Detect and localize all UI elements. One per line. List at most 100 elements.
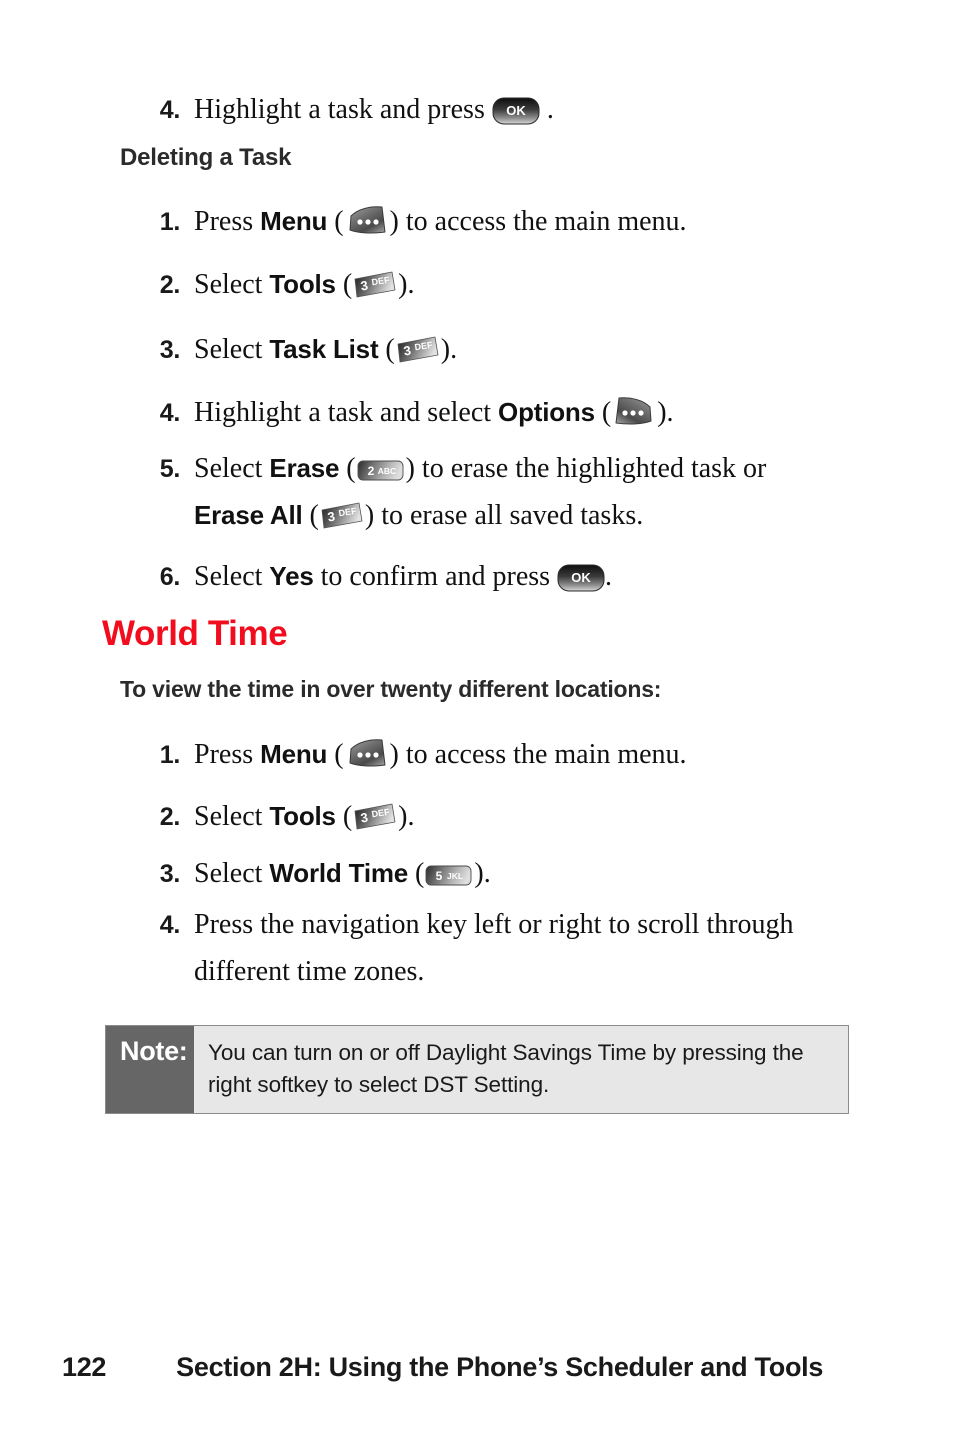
paren-open: (: [342, 269, 353, 300]
step-number: 6.: [159, 563, 181, 591]
step-number: 5.: [159, 455, 181, 483]
step-text: Select Tools ( 3 DEF ).: [194, 261, 414, 308]
key-3-def-icon: 3 DEF: [319, 501, 365, 531]
list-item: 5. Select Erase ( 2 ABC) to erase the h…: [134, 445, 767, 492]
paren-close: ): [440, 334, 451, 365]
step-keyword: World Time: [269, 858, 409, 888]
ok-key-icon: OK: [557, 564, 605, 592]
paren-close: ): [364, 500, 375, 531]
paren-open: (: [309, 500, 319, 531]
svg-text:5: 5: [436, 869, 443, 883]
step-number: 1.: [159, 208, 181, 236]
step-text-lead: Highlight a task and press: [194, 94, 485, 125]
footer-section-title: Section 2H: Using the Phone’s Scheduler …: [176, 1352, 824, 1382]
note-label: Note:: [106, 1026, 194, 1113]
step-text-tail: to access the main menu.: [405, 739, 687, 770]
svg-text:ABC: ABC: [377, 466, 395, 476]
svg-text:2: 2: [367, 464, 374, 478]
svg-text:OK: OK: [506, 103, 526, 118]
step-text: Highlight a task and select Options ().: [194, 389, 674, 436]
step-text-lead: Select: [194, 334, 263, 365]
left-softkey-icon: [344, 738, 390, 770]
list-item-continuation: Erase All ( 3 DEF ) to erase all saved t…: [134, 492, 643, 539]
key-3-def-icon: 3 DEF: [395, 335, 441, 365]
step-text: Select Tools ( 3 DEF ).: [194, 793, 414, 840]
paren-open: (: [334, 206, 344, 237]
step-text-lead: Select: [194, 858, 263, 889]
paren-close: ): [405, 453, 415, 484]
list-item: 2. Select Tools ( 3 DEF).: [134, 261, 415, 308]
list-item: 6. Select Yes to confirm and press OK .: [134, 553, 612, 600]
paren-close: ): [657, 397, 667, 428]
step-text: Press the navigation key left or right t…: [194, 909, 794, 987]
step-text-tail: .: [407, 269, 415, 300]
svg-text:OK: OK: [571, 570, 591, 585]
step-text-mid: to confirm and press: [320, 561, 551, 592]
list-item: 3. Select Task List ( 3 DEF ).: [134, 326, 457, 373]
page-footer: 122 Section 2H: Using the Phone’s Schedu…: [0, 1352, 954, 1383]
step-text: Highlight a task and press OK .: [194, 86, 554, 133]
step-keyword: Tools: [269, 269, 336, 299]
list-item: 4. Highlight a task and select Options (: [134, 389, 674, 436]
step-keyword: Options: [498, 397, 595, 427]
list-item: 2. Select Tools ( 3 DEF ).: [134, 793, 415, 840]
paren-open: (: [601, 397, 612, 428]
step-keyword: Tools: [269, 801, 336, 831]
step-text: Select Erase ( 2 ABC ) to erase the high…: [194, 445, 766, 492]
step-keyword: Menu: [260, 206, 328, 236]
ok-key-icon: OK: [492, 97, 540, 125]
step-text-tail: to access the main menu.: [405, 206, 687, 237]
step-number: 3.: [159, 860, 181, 888]
step-text-tail: .: [605, 561, 613, 592]
list-item: 3. Select World Time ( 5 JKL).: [134, 850, 491, 897]
step-text-tail: .: [407, 801, 415, 832]
step-text-lead: Press: [194, 206, 254, 237]
note-callout: Note: You can turn on or off Daylight Sa…: [105, 1025, 849, 1114]
right-softkey-icon: [611, 396, 657, 428]
section-lead-in: To view the time in over twenty differen…: [120, 676, 662, 702]
key-5-jkl-icon: 5 JKL: [424, 863, 474, 889]
step-text-tail: .: [546, 94, 554, 125]
step-text-lead: Select: [194, 269, 263, 300]
step-keyword: Menu: [260, 739, 328, 769]
paren-open: (: [342, 801, 353, 832]
step-keyword: Erase: [269, 453, 340, 483]
step-text-lead: Select: [194, 561, 263, 592]
paren-open: (: [415, 858, 425, 889]
step-number: 4.: [159, 96, 181, 124]
step-text-tail: to erase the highlighted task or: [421, 453, 767, 484]
step-text-tail: .: [666, 397, 674, 428]
paren-open: (: [346, 453, 356, 484]
step-text: Select Yes to confirm and press OK .: [194, 553, 612, 600]
step-text: Select World Time ( 5 JKL).: [194, 850, 491, 897]
note-body-text: You can turn on or off Daylight Savings …: [194, 1026, 848, 1113]
key-3-def-icon: 3 DEF: [352, 802, 398, 832]
key-2-abc-icon: 2 ABC: [356, 458, 406, 484]
page-number: 122: [62, 1352, 107, 1382]
step-text-lead: Press: [194, 739, 254, 770]
list-item: 1. Press Menu ( ) to access the main men…: [134, 731, 687, 778]
step-text: Press Menu () to access the main menu.: [194, 198, 687, 245]
step-text-lead: Select: [194, 453, 263, 484]
step-number: 2.: [159, 271, 181, 299]
step-text: Select Task List ( 3 DEF ).: [194, 326, 457, 373]
paren-close: ): [389, 206, 399, 237]
step-number: 4.: [159, 399, 181, 427]
step-text-tail: .: [450, 334, 458, 365]
step-keyword: Yes: [269, 561, 314, 591]
step-number: 2.: [159, 803, 181, 831]
svg-text:JKL: JKL: [447, 871, 463, 881]
step-keyword-2: Erase All: [194, 500, 303, 530]
step-number: 3.: [159, 336, 181, 364]
list-item: 1. Press Menu () to access the main men…: [134, 198, 687, 245]
list-item: 4. Press the navigation key left or righ…: [134, 901, 894, 995]
key-3-def-icon: 3 DEF: [352, 270, 398, 300]
manual-page: 4. Highlight a task and press OK . Delet…: [0, 0, 954, 1431]
subsection-heading-deleting-a-task: Deleting a Task: [120, 144, 292, 171]
step-text-lead: Select: [194, 801, 263, 832]
step-keyword: Task List: [269, 334, 379, 364]
step-number: 1.: [159, 741, 181, 769]
step-text: Press Menu ( ) to access the main menu.: [194, 731, 687, 778]
paren-close: ): [389, 739, 399, 770]
paren-open: (: [385, 334, 395, 365]
